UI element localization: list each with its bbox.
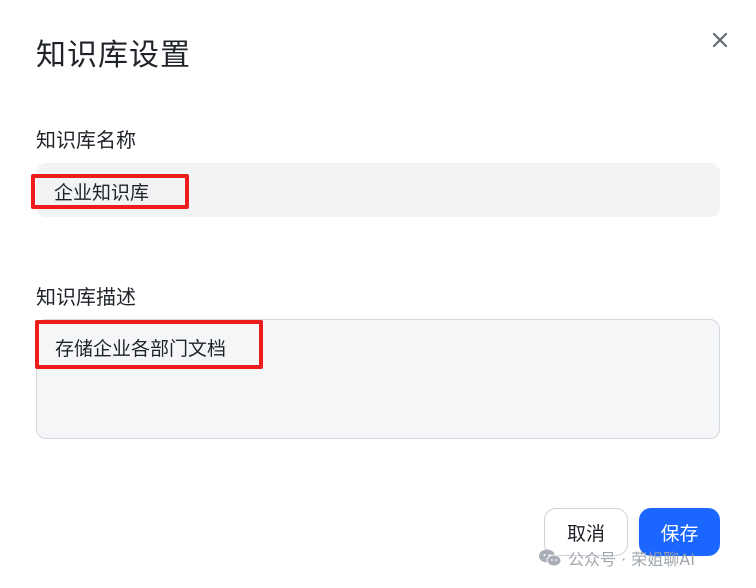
description-textarea[interactable]: 存储企业各部门文档 — [36, 319, 720, 439]
description-textarea-value: 存储企业各部门文档 — [55, 338, 227, 360]
close-button[interactable] — [708, 28, 732, 52]
name-label: 知识库名称 — [36, 128, 136, 152]
watermark: 公众号 · 荣姐聊AI — [538, 546, 695, 570]
watermark-text: 公众号 · 荣姐聊AI — [568, 550, 695, 569]
name-input[interactable]: 企业知识库 — [36, 163, 720, 217]
close-icon — [712, 32, 728, 48]
dialog-title: 知识库设置 — [36, 38, 191, 73]
knowledge-base-settings-dialog: 知识库设置 知识库名称 企业知识库 知识库描述 存储企业各部门文档 取消 保存 … — [0, 0, 756, 588]
name-input-value: 企业知识库 — [54, 182, 150, 204]
description-label: 知识库描述 — [36, 285, 136, 309]
wechat-icon — [539, 549, 562, 567]
